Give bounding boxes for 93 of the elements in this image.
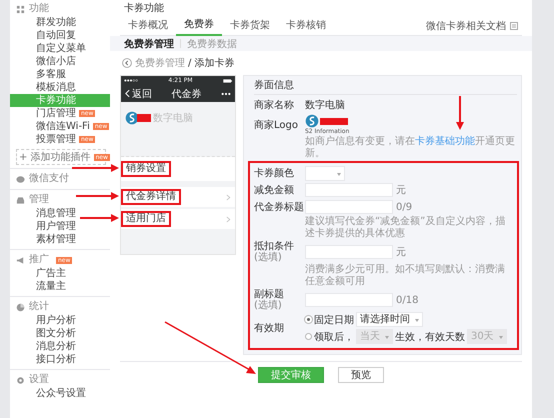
phone-back-button[interactable]: 返回 [125,86,152,100]
back-chevron-icon [125,89,130,98]
more-icon[interactable] [221,92,231,96]
sidebar-item[interactable]: 模板消息 [10,81,110,94]
sidebar-item[interactable]: 素材管理 [10,233,110,246]
field-label: 商家Logo [254,118,299,132]
tab[interactable]: 卡券货架 [222,18,278,34]
dropdown[interactable]: 请选择时间 [356,312,423,327]
hint-text: 建议填写代金券“减免金额”及自定义内容，描述卡券提供的具体优惠 [305,216,506,240]
highlighted-label: 适用门店 [121,211,171,227]
field-suffix: 0/9 [396,202,412,212]
field-suffix: 元 [396,246,406,259]
merchant-name: 数字电脑 [305,98,345,112]
gear-icon [16,376,25,384]
sidebar-item[interactable]: 广告主 [10,267,110,280]
sidebar-item[interactable]: 自动回复 [10,29,110,42]
radio-label: 固定日期 [314,314,354,326]
megaphone-icon [16,256,25,264]
grid-icon [16,4,25,14]
highlighted-label: 代金券详情 [121,189,181,205]
logo-icon [125,111,139,125]
field-label: 代金券标题 [254,202,302,212]
annotation-arrow [76,192,119,200]
caret-icon [415,319,419,322]
radio-label: 领取后， [314,330,354,344]
field-suffix: 元 [396,184,406,197]
phone-title: 代金券 [172,88,202,100]
sidebar-group-title[interactable]: 推广 [29,254,49,266]
field-label: 副标题 [254,289,285,300]
sidebar-item[interactable]: 接口分析 [10,353,110,366]
preview-row[interactable]: 销券设置 [121,157,235,181]
redaction-block [320,118,348,124]
caret-icon [498,336,503,339]
field-suffix: 0/18 [396,294,418,306]
optional-note: (选填) [254,300,283,311]
sidebar-group-title[interactable]: 功能 [29,3,49,15]
section-title: 券面信息 [254,78,517,95]
tab[interactable]: 卡券核销 [278,18,334,34]
preview-button[interactable]: 预览 [338,367,384,383]
input-field[interactable] [305,245,393,259]
sidebar-item[interactable]: 消息管理 [10,207,110,220]
sidebar-item[interactable]: 多客服 [10,68,110,81]
signal-icon [124,79,138,82]
back-icon[interactable] [122,58,132,68]
caret-icon [337,172,341,176]
sidebar-group-title[interactable]: 微信支付 [29,173,69,185]
annotation-arrow [456,96,464,130]
battery-icon [223,78,232,82]
sidebar-item[interactable]: 公众号设置 [10,387,110,400]
highlighted-label: 销券设置 [121,161,171,177]
radio-label: 生效，有效天数 [395,330,465,344]
chat-bubble-icon [16,174,25,184]
input-field[interactable] [305,183,393,197]
breadcrumb-current: 添加卡券 [194,56,234,70]
sidebar-item[interactable]: 自定义菜单 [10,42,110,55]
caret-icon [385,336,389,339]
page-title: 卡券功能 [123,2,165,16]
pie-chart-icon [16,302,25,312]
field-label: 抵扣条件 [254,241,295,252]
sidebar-item[interactable]: 用户分析 [10,314,110,327]
sidebar-item[interactable]: 用户管理 [10,220,110,233]
sidebar-item[interactable]: 图文分析 [10,327,110,340]
document-icon [510,22,518,30]
tray-icon [16,196,25,204]
tab[interactable]: 卡券概况 [120,18,176,34]
preview-row[interactable]: 代金券详情 [121,187,235,207]
sidebar-item[interactable]: 消息分析 [10,340,110,353]
radio-button[interactable] [305,333,312,340]
input-field[interactable] [305,200,393,214]
field-label: 商家名称 [254,98,295,112]
breadcrumb-separator: / [188,58,192,68]
redaction-block [137,114,151,122]
docs-link[interactable]: 微信卡券相关文档 [426,19,506,33]
merchant-name: 数字电脑 [153,112,193,125]
preview-row[interactable]: 适用门店 [121,209,235,229]
sidebar-item[interactable]: 微信小店 [10,55,110,68]
color-dropdown[interactable] [305,166,345,180]
annotation-arrow [72,164,119,172]
field-label: 减免金额 [254,184,295,196]
sidebar-group-title[interactable]: 统计 [29,301,49,313]
logo-icon [305,114,319,128]
field-label: 有效期 [254,322,285,335]
sub-tab[interactable]: 免费券管理 [124,36,174,50]
sidebar-item[interactable]: 群发功能 [10,16,110,29]
field-label: 卡券颜色 [254,166,295,180]
sidebar-group-title[interactable]: 管理 [29,194,49,206]
sidebar-group-title[interactable]: 设置 [29,374,49,386]
input-field[interactable] [305,293,393,307]
sidebar-item[interactable]: 流量主 [10,280,110,293]
annotation-arrow [80,214,119,222]
hint-text: 如商户信息有变更，请在卡券基础功能开通页更新。 [305,136,516,160]
hint-text: 消费满多少元可用。如不填写则默认：消费满任意金额可用 [305,264,506,288]
optional-note: (选填) [254,252,283,263]
